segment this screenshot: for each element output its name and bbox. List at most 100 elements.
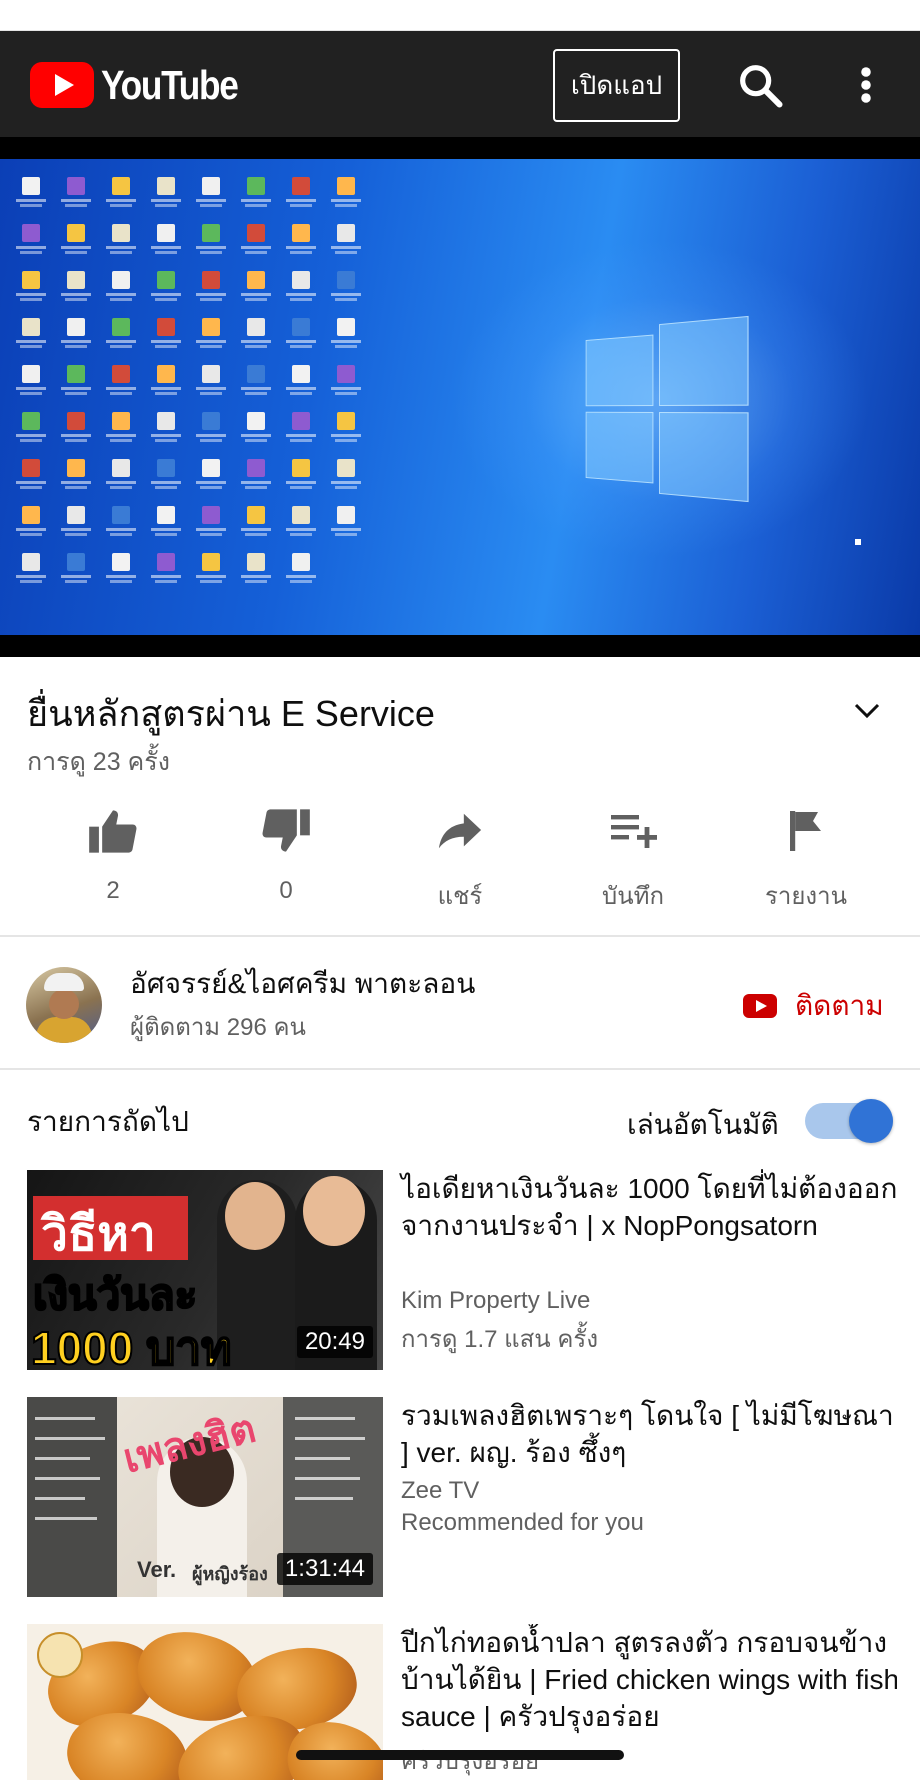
status-strip: [0, 0, 920, 31]
desktop-file-icon: [233, 500, 278, 547]
desktop-file-icon: [53, 218, 98, 265]
desktop-file-icon: [8, 453, 53, 500]
desktop-file-icon: [53, 500, 98, 547]
desktop-file-icon: [278, 218, 323, 265]
desktop-file-icon: [278, 359, 323, 406]
desktop-file-icon: [8, 171, 53, 218]
thumbnail-text: ผู้หญิงร้อง: [192, 1564, 268, 1584]
youtube-logo[interactable]: YouTube: [30, 62, 260, 108]
thumbs-down-icon: [260, 805, 312, 857]
desktop-file-icon: [278, 406, 323, 453]
desktop-file-icon: [188, 265, 233, 312]
desktop-file-icon: [8, 500, 53, 547]
desktop-file-icon: [8, 359, 53, 406]
desktop-file-icon: [188, 453, 233, 500]
desktop-file-icon: [278, 312, 323, 359]
desktop-file-icon: [8, 265, 53, 312]
desktop-file-icon: [98, 453, 143, 500]
report-button[interactable]: รายงาน: [731, 805, 881, 915]
desktop-file-icon: [98, 265, 143, 312]
desktop-file-icon: [233, 312, 278, 359]
subscriber-count: ผู้ติดตาม 296 คน: [130, 1014, 306, 1041]
channel-name[interactable]: อัศจรรย์&ไอศครีม พาตะลอน: [130, 962, 475, 1006]
view-count: การดู 1.7 แสน ครั้ง: [401, 1326, 599, 1353]
desktop-file-icon: [98, 500, 143, 547]
desktop-file-icon: [98, 359, 143, 406]
list-item-video-2[interactable]: เพลงฮิต Ver. ผู้หญิงร้อง 1:31:44 รวมเพลง…: [27, 1397, 897, 1597]
search-icon[interactable]: [734, 59, 786, 111]
desktop-file-icon: [143, 312, 188, 359]
home-indicator[interactable]: [296, 1750, 624, 1760]
video-title[interactable]: รวมเพลงฮิตเพราะๆ โดนใจ [ ไม่มีโฆษณา ] ve…: [401, 1397, 901, 1471]
video-title-row[interactable]: ยื่นหลักสูตรผ่าน E Service: [27, 685, 897, 742]
video-player[interactable]: [0, 137, 920, 657]
mouse-cursor-icon: [855, 539, 861, 545]
more-vert-icon[interactable]: [848, 59, 884, 111]
duration-badge: 1:31:44: [276, 1553, 373, 1585]
desktop-file-icon: [143, 453, 188, 500]
desktop-file-icon: [323, 453, 368, 500]
save-button[interactable]: บันทึก: [558, 805, 708, 915]
thumbnail-text: วิธีหา: [41, 1208, 156, 1261]
channel-name: Zee TV: [401, 1477, 480, 1504]
desktop-file-icon: [143, 171, 188, 218]
desktop-file-icon: [143, 406, 188, 453]
desktop-file-icon: [53, 265, 98, 312]
desktop-file-icon: [98, 218, 143, 265]
open-app-button[interactable]: เปิดแอป: [553, 49, 680, 122]
desktop-file-icon: [323, 312, 368, 359]
desktop-file-icon: [323, 359, 368, 406]
desktop-file-icon: [233, 265, 278, 312]
top-app-bar: YouTube เปิดแอป: [0, 31, 920, 137]
channel-name: Kim Property Live: [401, 1287, 591, 1314]
desktop-file-icon: [8, 547, 53, 594]
channel-row: อัศจรรย์&ไอศครีม พาตะลอน ผู้ติดตาม 296 ค…: [0, 937, 920, 1067]
share-label: แชร์: [437, 883, 483, 910]
desktop-file-icon: [8, 312, 53, 359]
expand-description-icon[interactable]: [852, 700, 882, 720]
desktop-file-icon: [278, 547, 323, 594]
youtube-subscribe-icon: [743, 994, 777, 1018]
up-next-label: รายการถัดไป: [27, 1106, 189, 1137]
video-title: ยื่นหลักสูตรผ่าน E Service: [27, 693, 435, 734]
desktop-file-icon: [323, 500, 368, 547]
like-count: 2: [106, 877, 120, 904]
like-button[interactable]: 2: [38, 805, 188, 915]
desktop-icons: [8, 171, 368, 594]
desktop-file-icon: [143, 218, 188, 265]
share-icon: [434, 805, 486, 856]
desktop-file-icon: [188, 218, 233, 265]
video-title[interactable]: ไอเดียหาเงินวันละ 1000 โดยที่ไม่ต้องออกจ…: [401, 1170, 901, 1244]
desktop-file-icon: [188, 171, 233, 218]
desktop-file-icon: [98, 406, 143, 453]
desktop-file-icon: [278, 500, 323, 547]
desktop-file-icon: [98, 171, 143, 218]
desktop-file-icon: [53, 547, 98, 594]
desktop-file-icon: [233, 171, 278, 218]
report-label: รายงาน: [764, 883, 848, 910]
desktop-file-icon: [143, 359, 188, 406]
video-thumbnail[interactable]: วิธีหา เงินวันละ 1000 บาท 20:49: [27, 1170, 383, 1370]
thumbs-up-icon: [87, 805, 139, 857]
view-count: การดู 23 ครั้ง: [27, 748, 170, 776]
desktop-file-icon: [143, 500, 188, 547]
share-button[interactable]: แชร์: [385, 805, 535, 915]
logo-text: YouTube: [101, 61, 239, 108]
video-thumbnail[interactable]: เพลงฮิต Ver. ผู้หญิงร้อง 1:31:44: [27, 1397, 383, 1597]
desktop-file-icon: [8, 406, 53, 453]
flag-icon: [780, 805, 832, 856]
playlist-add-icon: [607, 805, 659, 856]
subscribe-button[interactable]: ติดตาม: [743, 984, 884, 1028]
desktop-file-icon: [233, 453, 278, 500]
channel-avatar[interactable]: [26, 967, 102, 1043]
list-item-video-1[interactable]: วิธีหา เงินวันละ 1000 บาท 20:49 ไอเดียหา…: [27, 1170, 897, 1370]
dislike-button[interactable]: 0: [211, 805, 361, 915]
autoplay-toggle[interactable]: [805, 1099, 893, 1143]
channel-name: ครัวปรุงอร่อย: [401, 1748, 540, 1775]
save-label: บันทึก: [602, 883, 664, 910]
thumbnail-text: Ver.: [137, 1557, 177, 1582]
windows-logo-icon: [585, 315, 749, 503]
desktop-file-icon: [143, 265, 188, 312]
desktop-file-icon: [323, 265, 368, 312]
video-title[interactable]: ปีกไก่ทอดน้ำปลา สูตรลงตัว กรอบจนข้างบ้าน…: [401, 1624, 897, 1735]
